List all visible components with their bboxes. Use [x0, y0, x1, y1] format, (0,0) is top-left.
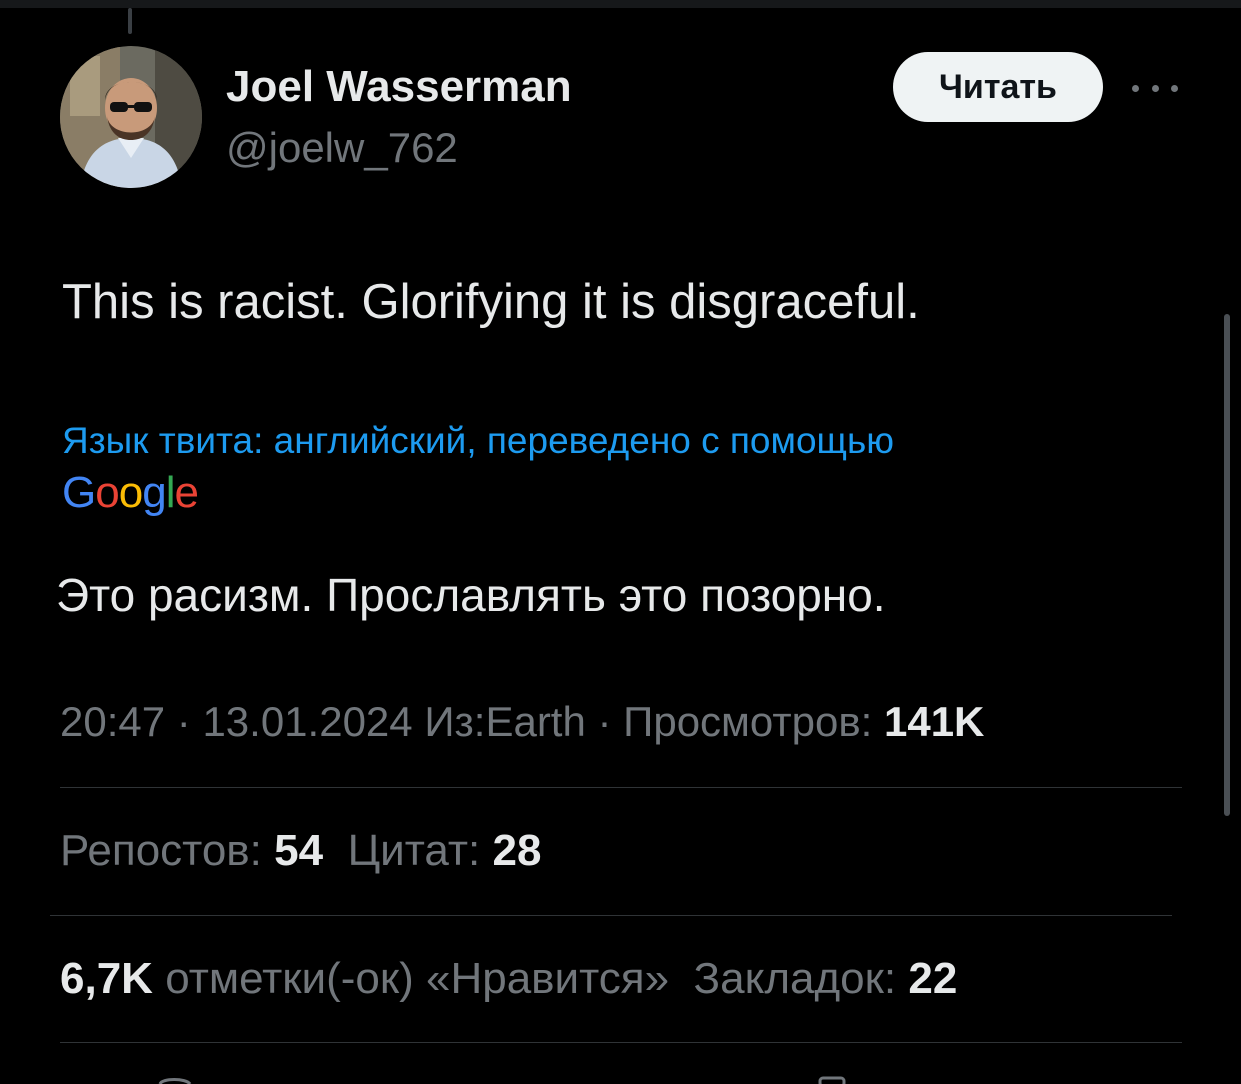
- bookmarks-label: Закладок:: [693, 954, 897, 1003]
- google-letter: o: [95, 468, 120, 517]
- author-display-name[interactable]: Joel Wasserman: [226, 62, 572, 112]
- translation-note[interactable]: Язык твита: английский, переведено с пом…: [62, 420, 894, 462]
- reposts-count: 54: [274, 826, 324, 875]
- follow-button[interactable]: Читать: [893, 52, 1103, 122]
- tweet-meta: 20:47 · 13.01.2024 Из:Earth · Просмотров…: [60, 698, 984, 746]
- meta-separator: ·: [585, 698, 624, 745]
- quotes-link[interactable]: Цитат: 28: [348, 826, 542, 875]
- more-dot: [1171, 84, 1178, 92]
- meta-separator: [413, 698, 425, 745]
- action-bar-icons-partial: [158, 1076, 846, 1084]
- more-dot: [1151, 84, 1159, 92]
- likes-count: 6,7K: [60, 954, 153, 1003]
- translated-text: Это расизм. Прославлять это позорно.: [56, 569, 886, 621]
- quotes-count: 28: [492, 826, 542, 875]
- meta-separator: [872, 698, 884, 745]
- reposts-label: Репостов:: [60, 826, 262, 875]
- avatar[interactable]: [60, 46, 202, 188]
- like-stats: 6,7K отметки(-ок) «Нравится» Закладок: 2…: [60, 954, 957, 1004]
- repost-stats: Репостов: 54 Цитат: 28: [60, 826, 541, 876]
- more-icon[interactable]: [1132, 82, 1178, 94]
- avatar-photo: [60, 46, 202, 188]
- reply-icon: [158, 1078, 192, 1084]
- tweet-time[interactable]: 20:47: [60, 698, 165, 745]
- tweet-source: Из:Earth: [424, 698, 586, 745]
- google-letter: G: [62, 468, 96, 517]
- views-count: 141K: [883, 698, 985, 745]
- google-letter: e: [174, 468, 199, 517]
- stats-spacer: [669, 954, 693, 1003]
- bookmarks-link[interactable]: Закладок: 22: [694, 954, 958, 1003]
- top-bar: [0, 0, 1241, 8]
- bookmarks-count: 22: [908, 954, 958, 1003]
- thread-connector-line: [128, 8, 132, 34]
- google-letter: g: [142, 468, 167, 517]
- google-letter: o: [118, 468, 144, 517]
- divider: [60, 1042, 1182, 1043]
- divider: [60, 787, 1182, 788]
- google-logo: Google: [62, 468, 199, 518]
- more-dot: [1132, 84, 1139, 92]
- tweet-date[interactable]: 13.01.2024: [202, 698, 412, 745]
- scrollbar[interactable]: [1224, 314, 1230, 816]
- views-label: Просмотров:: [623, 698, 873, 745]
- author-handle[interactable]: @joelw_762: [226, 124, 458, 172]
- likes-label: отметки(-ок) «Нравится»: [165, 954, 670, 1003]
- divider: [50, 915, 1172, 916]
- likes-link[interactable]: 6,7K отметки(-ок) «Нравится»: [60, 954, 669, 1003]
- tweet-text: This is racist. Glorifying it is disgrac…: [62, 275, 920, 329]
- stats-spacer: [323, 826, 347, 875]
- reposts-link[interactable]: Репостов: 54: [60, 826, 323, 875]
- quotes-label: Цитат:: [347, 826, 481, 875]
- bookmark-icon: [818, 1076, 846, 1084]
- meta-separator: ·: [165, 698, 203, 745]
